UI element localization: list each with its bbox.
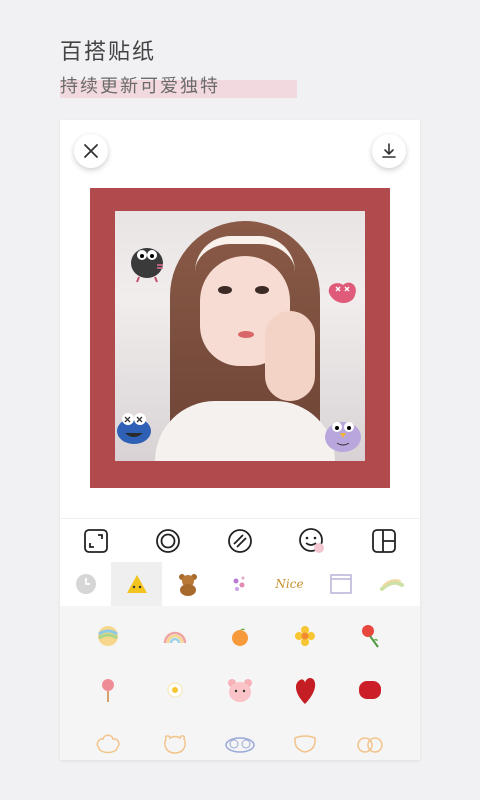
cloud-face-sticker — [96, 734, 120, 754]
daisy-sticker — [167, 682, 183, 698]
sticker-twin-face[interactable] — [350, 724, 390, 760]
pink-blob-sticker[interactable] — [325, 279, 359, 307]
sticker-red-blob[interactable] — [350, 670, 390, 710]
category-flowers[interactable] — [213, 562, 264, 606]
photo-eye-right — [255, 286, 269, 294]
sticker-pink-bear[interactable] — [220, 670, 260, 710]
sticker-cloud-face[interactable] — [88, 724, 128, 760]
crop-tool-button[interactable] — [81, 526, 111, 556]
frame-ring-icon — [156, 529, 180, 553]
category-window[interactable] — [315, 562, 366, 606]
filter-tool-button[interactable] — [225, 526, 255, 556]
bear-face-sticker — [164, 735, 186, 754]
crop-icon — [84, 529, 108, 553]
red-blob-sticker — [359, 681, 381, 699]
category-brush[interactable] — [366, 562, 417, 606]
nice-label: Nice — [275, 577, 304, 591]
smile-face-sticker — [294, 735, 316, 753]
sticker-bear-face[interactable] — [155, 724, 195, 760]
blue-face-sticker — [225, 737, 255, 753]
photo[interactable] — [115, 211, 365, 461]
frame-tool-button[interactable] — [153, 526, 183, 556]
sticker-rainbow-ball[interactable] — [88, 616, 128, 656]
teddy-bear-sticker — [178, 574, 197, 596]
download-button[interactable] — [372, 134, 406, 168]
photo-lips — [238, 331, 254, 338]
layout-icon — [372, 529, 396, 553]
sticker-lollipop[interactable] — [88, 670, 128, 710]
flower-dots-sticker — [233, 576, 244, 591]
yellow-triangle-sticker — [126, 575, 147, 593]
photo-frame[interactable] — [90, 188, 390, 488]
recent-clock-icon — [75, 574, 96, 594]
window-frame-sticker — [329, 574, 352, 594]
blue-monster-sticker[interactable] — [115, 409, 153, 445]
purple-bird-sticker[interactable] — [323, 411, 363, 453]
sticker-red-heart[interactable] — [285, 670, 325, 710]
category-bear[interactable] — [162, 562, 213, 606]
pink-bear-sticker — [228, 679, 252, 702]
sticker-category-bar: Nice — [60, 562, 420, 606]
sticker-blue-face[interactable] — [220, 724, 260, 760]
download-icon — [382, 143, 396, 158]
sticker-tool-button[interactable] — [297, 526, 327, 556]
page-subtitle: 持续更新可爱独特 — [60, 76, 220, 97]
filter-icon — [228, 529, 252, 553]
lollipop-sticker — [102, 679, 114, 702]
header: 百搭贴纸 持续更新可爱独特 — [60, 34, 297, 98]
rose-sticker — [362, 625, 379, 648]
category-nice[interactable]: Nice — [264, 562, 315, 606]
edit-toolbar — [60, 518, 420, 563]
sticker-icon — [299, 528, 324, 553]
sticker-smile-face[interactable] — [285, 724, 325, 760]
layout-tool-button[interactable] — [369, 526, 399, 556]
sticker-grid — [60, 606, 420, 760]
sticker-daisy[interactable] — [155, 670, 195, 710]
subtitle-wrap: 持续更新可爱独特 — [60, 72, 297, 98]
photo-shirt — [155, 401, 335, 461]
editor-card: Nice — [60, 120, 420, 760]
orange-sticker — [232, 628, 248, 646]
sticker-orange[interactable] — [220, 616, 260, 656]
category-triangle[interactable] — [111, 562, 162, 606]
rainbow-sticker — [163, 631, 187, 644]
close-button[interactable] — [74, 134, 108, 168]
sticker-rainbow[interactable] — [155, 616, 195, 656]
yellow-flower-sticker — [295, 626, 315, 646]
brush-stroke-sticker — [379, 579, 404, 591]
red-heart-sticker — [295, 677, 316, 704]
close-icon — [84, 144, 98, 158]
page-title: 百搭贴纸 — [60, 40, 157, 65]
rainbow-ball-sticker — [98, 626, 118, 646]
photo-eye-left — [218, 286, 232, 294]
twin-face-sticker — [357, 737, 383, 753]
black-monster-sticker[interactable] — [127, 241, 167, 283]
category-recent[interactable] — [60, 562, 111, 606]
sticker-yellow-flower[interactable] — [285, 616, 325, 656]
photo-hand — [265, 311, 315, 401]
sticker-rose[interactable] — [350, 616, 390, 656]
